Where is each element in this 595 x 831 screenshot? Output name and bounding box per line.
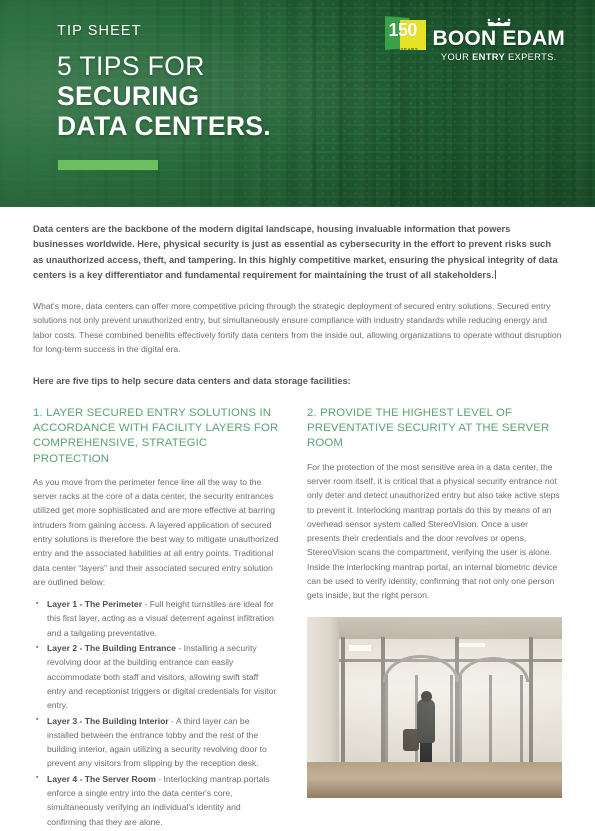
- title-line-3: DATA CENTERS.: [57, 110, 271, 141]
- title-line-1: 5 TIPS FOR: [57, 50, 205, 81]
- two-column-layout: 1. LAYER SECURED ENTRY SOLUTIONS IN ACCO…: [0, 388, 595, 830]
- logo-wordmark: BOON EDAM YOUR ENTRY EXPERTS.: [433, 12, 565, 62]
- intro-regular-paragraph: What's more, data centers can offer more…: [33, 300, 562, 355]
- brand-tagline: YOUR ENTRY EXPERTS.: [433, 52, 565, 62]
- left-column: 1. LAYER SECURED ENTRY SOLUTIONS IN ACCO…: [33, 406, 279, 830]
- boon-edam-logo: 150 YEARS BOON EDAM YOUR ENTRY EXPERTS.: [384, 12, 565, 62]
- list-item: Layer 1 - The Perimeter - Full height tu…: [36, 597, 279, 640]
- header-text-block: TIP SHEET 5 TIPS FOR SECURING DATA CENTE…: [57, 24, 271, 141]
- bullet-label: Layer 1 - The Perimeter: [47, 599, 143, 610]
- intro-bold-text: Data centers are the backbone of the mod…: [33, 224, 558, 281]
- tagline-suffix: EXPERTS.: [505, 52, 557, 62]
- bullet-label: Layer 2 - The Building Entrance: [47, 643, 176, 654]
- tip-sheet-page: TIP SHEET 5 TIPS FOR SECURING DATA CENTE…: [0, 0, 595, 831]
- header-banner: TIP SHEET 5 TIPS FOR SECURING DATA CENTE…: [0, 0, 595, 207]
- anniversary-label: YEARS: [400, 47, 419, 52]
- photo-light-haze: [307, 616, 562, 798]
- right-column: 2. PROVIDE THE HIGHEST LEVEL OF PREVENTA…: [307, 406, 562, 830]
- intro-section: Data centers are the backbone of the mod…: [0, 207, 595, 388]
- text-cursor: [494, 270, 496, 280]
- section-2-heading: 2. PROVIDE THE HIGHEST LEVEL OF PREVENTA…: [307, 407, 550, 450]
- title-line-2: SECURING: [57, 80, 200, 111]
- tip-sheet-kicker: TIP SHEET: [57, 23, 142, 39]
- bullet-label: Layer 3 - The Building Interior: [47, 715, 169, 726]
- security-revolving-door-photo: [307, 616, 562, 798]
- crown-icon: [487, 18, 511, 26]
- section-1-body: As you move from the perimeter fence lin…: [33, 476, 279, 587]
- list-item: Layer 3 - The Building Interior - A thir…: [36, 713, 279, 771]
- anniversary-number: 150: [388, 20, 418, 40]
- accent-bar: [58, 160, 158, 170]
- section-1-heading: 1. LAYER SECURED ENTRY SOLUTIONS IN ACCO…: [33, 407, 279, 465]
- bullet-text: - Installing a security revolving door a…: [47, 643, 277, 711]
- tagline-bold: ENTRY: [472, 52, 506, 62]
- section-2-body: For the protection of the most sensitive…: [307, 461, 560, 601]
- intro-bold-paragraph: Data centers are the backbone of the mod…: [33, 222, 562, 284]
- anniversary-badge-icon: 150 YEARS: [384, 14, 427, 56]
- tagline-prefix: YOUR: [440, 52, 473, 62]
- document-body: Data centers are the backbone of the mod…: [0, 207, 595, 830]
- bullet-label: Layer 4 - The Server Room: [47, 773, 156, 784]
- tips-lead-in: Here are five tips to help secure data c…: [33, 376, 351, 386]
- list-item: Layer 2 - The Building Entrance - Instal…: [36, 641, 279, 712]
- list-item: Layer 4 - The Server Room - Interlocking…: [36, 771, 279, 829]
- layer-bullet-list: Layer 1 - The Perimeter - Full height tu…: [33, 597, 279, 829]
- brand-name: BOON EDAM: [432, 27, 565, 50]
